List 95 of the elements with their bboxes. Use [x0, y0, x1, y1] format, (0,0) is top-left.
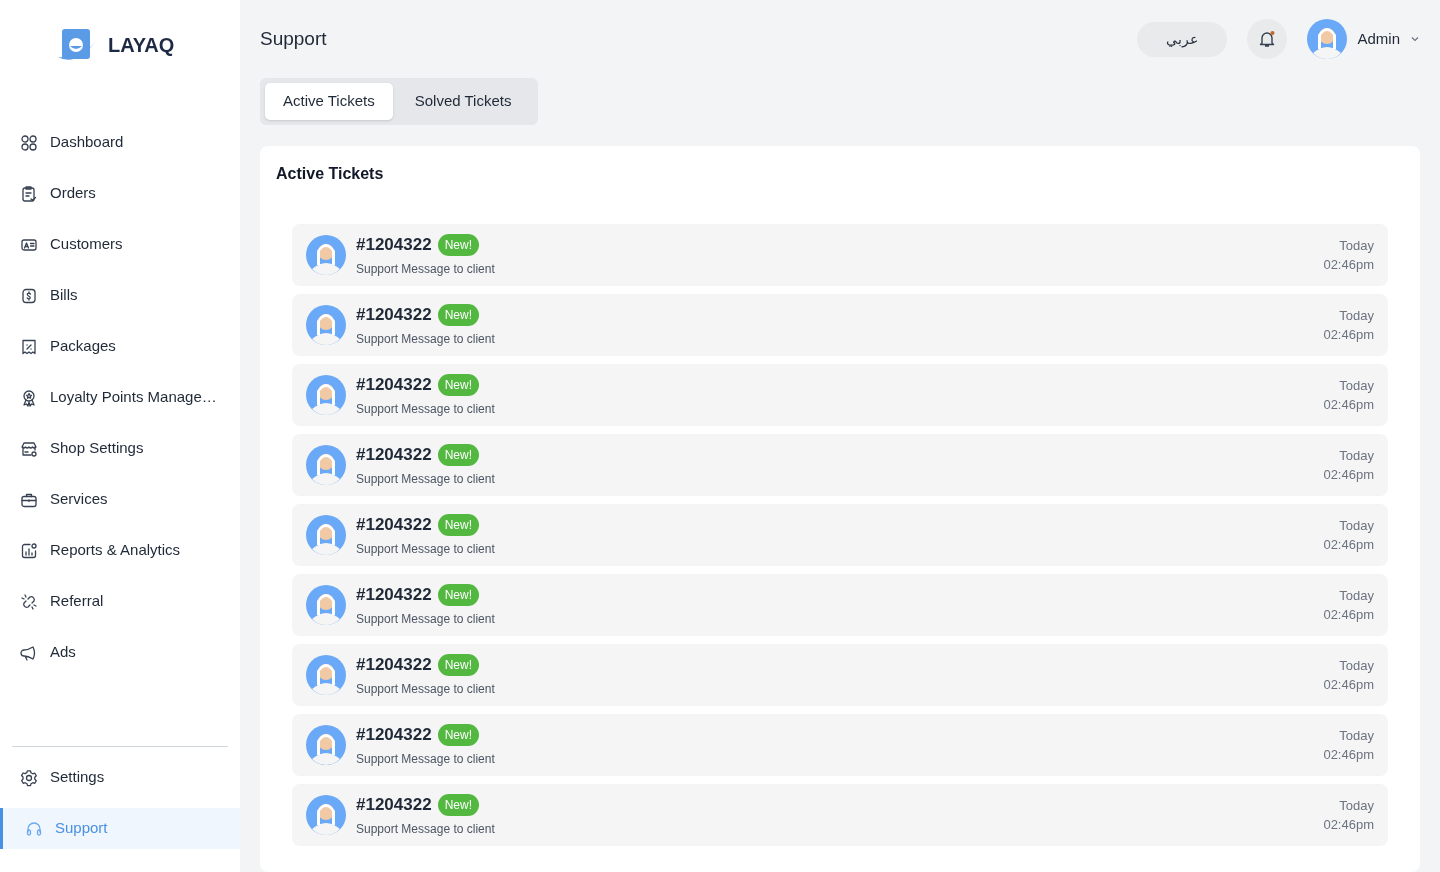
new-badge: New!	[437, 724, 479, 746]
ticket-message: Support Message to client	[356, 820, 495, 838]
ticket-message: Support Message to client	[356, 400, 495, 418]
page-title: Support	[260, 26, 327, 51]
ticket-row[interactable]: #1204322 New! Support Message to client Today 02:46pm	[292, 714, 1388, 776]
ticket-time: 02:46pm	[1323, 466, 1374, 484]
ticket-number: #1204322	[356, 374, 432, 397]
ticket-number: #1204322	[356, 654, 432, 677]
broken-link-icon	[20, 592, 38, 611]
sidebar-item[interactable]: Packages	[0, 326, 240, 367]
sidebar-item[interactable]: Ads	[0, 632, 240, 673]
ticket-message: Support Message to client	[356, 330, 495, 348]
new-badge: New!	[437, 514, 479, 536]
ticket-number: #1204322	[356, 584, 432, 607]
avatar	[306, 725, 346, 765]
tab[interactable]: Solved Tickets	[392, 83, 534, 120]
sidebar-item[interactable]: Dashboard	[0, 122, 240, 163]
chart-icon	[20, 541, 38, 560]
sidebar-item[interactable]: Reports & Analytics	[0, 530, 240, 571]
dollar-icon	[20, 286, 38, 305]
ticket-time: 02:46pm	[1323, 396, 1374, 414]
ticket-row[interactable]: #1204322 New! Support Message to client Today 02:46pm	[292, 574, 1388, 636]
avatar	[306, 445, 346, 485]
ticket-message: Support Message to client	[356, 680, 495, 698]
sidebar-item[interactable]: Shop Settings	[0, 428, 240, 469]
ticket-message: Support Message to client	[356, 260, 495, 278]
ticket-time: 02:46pm	[1323, 256, 1374, 274]
ticket-row[interactable]: #1204322 New! Support Message to client Today 02:46pm	[292, 434, 1388, 496]
ticket-day: Today	[1339, 445, 1374, 465]
ticket-day: Today	[1339, 305, 1374, 325]
ticket-day: Today	[1339, 655, 1374, 675]
panel-title: Active Tickets	[276, 164, 385, 184]
gear-icon	[20, 768, 38, 787]
ticket-number: #1204322	[356, 304, 432, 327]
ticket-day: Today	[1339, 515, 1374, 535]
ticket-message: Support Message to client	[356, 540, 495, 558]
new-badge: New!	[437, 304, 479, 326]
brand-name: LAYAQ	[108, 33, 175, 58]
ticket-message: Support Message to client	[356, 750, 495, 768]
new-badge: New!	[437, 374, 479, 396]
avatar	[306, 795, 346, 835]
ticket-message: Support Message to client	[356, 470, 495, 488]
new-badge: New!	[437, 654, 479, 676]
storefront-icon	[20, 439, 38, 458]
award-icon	[20, 388, 38, 407]
ticket-number: #1204322	[356, 724, 432, 747]
grid-icon	[20, 133, 38, 152]
avatar	[306, 305, 346, 345]
new-badge: New!	[437, 794, 479, 816]
sidebar-item[interactable]: Customers	[0, 224, 240, 265]
headset-icon	[25, 819, 43, 838]
ticket-row[interactable]: #1204322 New! Support Message to client Today 02:46pm	[292, 504, 1388, 566]
ticket-day: Today	[1339, 795, 1374, 815]
clipboard-icon	[20, 184, 38, 203]
sidebar-item[interactable]: Orders	[0, 173, 240, 214]
avatar	[306, 375, 346, 415]
ticket-day: Today	[1339, 585, 1374, 605]
new-badge: New!	[437, 234, 479, 256]
ticket-time: 02:46pm	[1323, 326, 1374, 344]
new-badge: New!	[437, 444, 479, 466]
ticket-day: Today	[1339, 375, 1374, 395]
tab[interactable]: Active Tickets	[265, 83, 393, 120]
avatar	[306, 515, 346, 555]
sidebar-item[interactable]: Services	[0, 479, 240, 520]
receipt-icon	[20, 337, 38, 356]
sidebar-item[interactable]: Loyalty Points Manage…	[0, 377, 240, 418]
ticket-day: Today	[1339, 235, 1374, 255]
sidebar-item[interactable]: Referral	[0, 581, 240, 622]
language-button[interactable]: عربي	[1137, 21, 1228, 57]
avatar	[306, 655, 346, 695]
ticket-row[interactable]: #1204322 New! Support Message to client Today 02:46pm	[292, 784, 1388, 846]
new-badge: New!	[437, 584, 479, 606]
ticket-time: 02:46pm	[1323, 746, 1374, 764]
avatar	[306, 585, 346, 625]
ticket-time: 02:46pm	[1323, 606, 1374, 624]
ticket-row[interactable]: #1204322 New! Support Message to client Today 02:46pm	[292, 364, 1388, 426]
ticket-row[interactable]: #1204322 New! Support Message to client Today 02:46pm	[292, 294, 1388, 356]
avatar	[1307, 19, 1348, 59]
ticket-time: 02:46pm	[1323, 536, 1374, 554]
ticket-number: #1204322	[356, 444, 432, 467]
ticket-day: Today	[1339, 725, 1374, 745]
ticket-message: Support Message to client	[356, 610, 495, 628]
ticket-row[interactable]: #1204322 New! Support Message to client Today 02:46pm	[292, 644, 1388, 706]
notification-button[interactable]	[1247, 19, 1288, 59]
ticket-time: 02:46pm	[1323, 676, 1374, 694]
sidebar-item[interactable]: Bills	[0, 275, 240, 316]
ticket-row[interactable]: #1204322 New! Support Message to client Today 02:46pm	[292, 224, 1388, 286]
user-name[interactable]: Admin	[1357, 27, 1400, 51]
ticket-time: 02:46pm	[1323, 816, 1374, 834]
ticket-number: #1204322	[356, 234, 432, 257]
chevron-down-icon[interactable]	[1410, 34, 1420, 44]
ticket-number: #1204322	[356, 794, 432, 817]
avatar	[306, 235, 346, 275]
ticket-number: #1204322	[356, 514, 432, 537]
sidebar-item[interactable]: Settings	[0, 757, 240, 798]
